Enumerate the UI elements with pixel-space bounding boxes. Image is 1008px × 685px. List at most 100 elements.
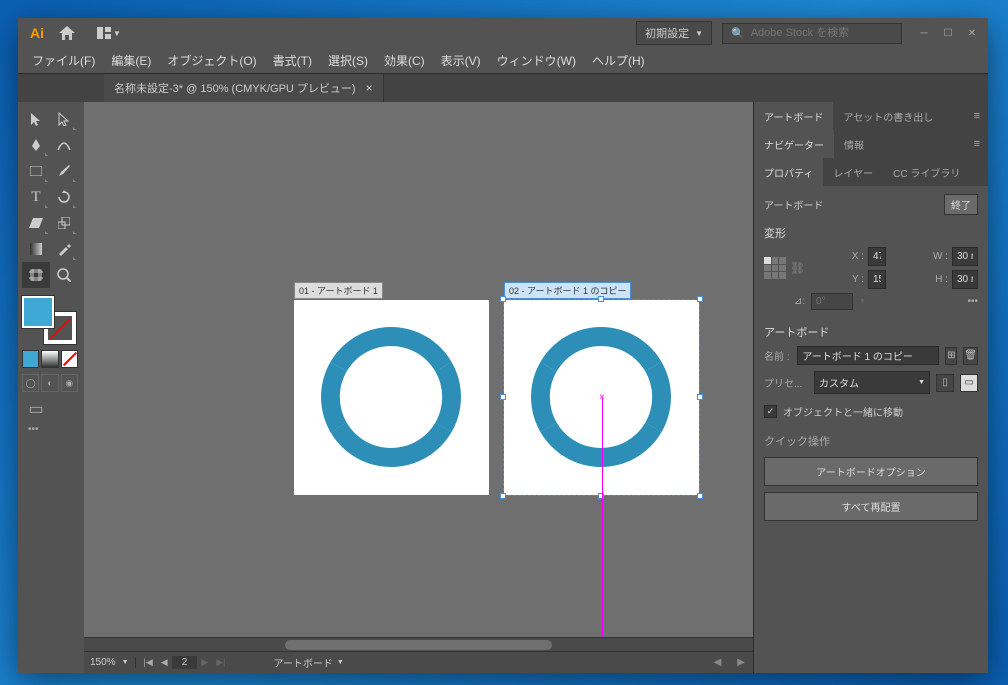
- next-artboard-button[interactable]: ▶: [197, 657, 212, 668]
- draw-behind[interactable]: ◐: [41, 374, 58, 392]
- document-tab[interactable]: 名称未設定-3* @ 150% (CMYK/GPU プレビュー) ×: [104, 74, 384, 102]
- orientation-landscape-button[interactable]: ▭: [960, 374, 978, 392]
- zoom-tool[interactable]: [50, 262, 78, 288]
- selection-handle[interactable]: [598, 493, 604, 499]
- artboard-1[interactable]: 01 - アートボード 1: [294, 300, 489, 495]
- stock-search-input[interactable]: [751, 27, 893, 39]
- move-with-obj-row[interactable]: ✓ オブジェクトと一緒に移動: [764, 404, 978, 419]
- tab-properties[interactable]: プロパティ: [754, 158, 823, 186]
- tab-cc-libraries[interactable]: CC ライブラリ: [883, 158, 970, 186]
- h-input[interactable]: [952, 270, 978, 289]
- menu-window[interactable]: ウィンドウ(W): [489, 48, 584, 73]
- orientation-portrait-button[interactable]: ▯: [936, 374, 954, 392]
- tab-navigator[interactable]: ナビゲーター: [754, 130, 834, 158]
- first-artboard-button[interactable]: |◀: [140, 657, 157, 668]
- more-options-icon[interactable]: •••: [967, 296, 978, 307]
- fill-stroke-swatches[interactable]: [22, 296, 78, 346]
- eraser-tool[interactable]: [22, 210, 50, 236]
- workspace-selector[interactable]: 初期設定 ▼: [636, 21, 712, 45]
- stock-search[interactable]: 🔍: [722, 23, 902, 44]
- screen-mode[interactable]: ▭: [22, 398, 50, 420]
- selection-handle[interactable]: [697, 296, 703, 302]
- link-wh-icon[interactable]: ⛓: [790, 261, 802, 275]
- panels-dock: アートボード アセットの書き出し ≡ ナビゲーター 情報 ≡ プロパティ レイヤ…: [753, 102, 988, 673]
- rearrange-all-button[interactable]: すべて再配置: [764, 492, 978, 521]
- draw-inside[interactable]: ◉: [61, 374, 78, 392]
- rectangle-tool[interactable]: [22, 158, 50, 184]
- tab-info[interactable]: 情報: [834, 130, 874, 158]
- reference-point-selector[interactable]: [764, 257, 786, 279]
- tab-layers[interactable]: レイヤー: [823, 158, 883, 186]
- type-tool[interactable]: T: [22, 184, 50, 210]
- selection-tool[interactable]: [22, 106, 50, 132]
- scrollbar-thumb[interactable]: [285, 640, 553, 650]
- paintbrush-tool[interactable]: [50, 158, 78, 184]
- rotate-tool[interactable]: [50, 184, 78, 210]
- minimize-button[interactable]: ─: [913, 24, 935, 42]
- selection-handle[interactable]: [697, 394, 703, 400]
- menu-type[interactable]: 書式(T): [265, 48, 320, 73]
- selection-handle[interactable]: [500, 493, 506, 499]
- canvas-area: 01 - アートボード 1 02 - アートボード 1 のコピー: [84, 102, 753, 673]
- close-button[interactable]: ✕: [961, 24, 983, 42]
- menu-object[interactable]: オブジェクト(O): [159, 48, 264, 73]
- preset-select[interactable]: カスタム ▼: [814, 371, 930, 394]
- scroll-left-icon[interactable]: ◀: [706, 657, 730, 668]
- delete-artboard-button[interactable]: 🗑: [963, 347, 978, 365]
- h-label: H :: [890, 274, 948, 285]
- last-artboard-button[interactable]: ▶|: [212, 657, 229, 668]
- canvas[interactable]: 01 - アートボード 1 02 - アートボード 1 のコピー: [84, 102, 753, 637]
- tab-artboards[interactable]: アートボード: [754, 102, 833, 130]
- layout-arrange-button[interactable]: ▼: [94, 18, 124, 48]
- draw-normal[interactable]: ◯: [22, 374, 39, 392]
- done-button[interactable]: 終了: [944, 194, 978, 215]
- selection-handle[interactable]: [500, 296, 506, 302]
- preset-label: プリセ...: [764, 375, 808, 390]
- y-input[interactable]: [868, 270, 886, 289]
- move-with-obj-checkbox[interactable]: ✓: [764, 405, 777, 418]
- eyedropper-tool[interactable]: [50, 236, 78, 262]
- color-mode[interactable]: [22, 350, 39, 368]
- tab-asset-export[interactable]: アセットの書き出し: [833, 102, 943, 130]
- fill-swatch[interactable]: [22, 296, 54, 328]
- menu-file[interactable]: ファイル(F): [24, 48, 103, 73]
- angle-input[interactable]: [811, 293, 853, 310]
- horizontal-scrollbar[interactable]: [84, 637, 753, 651]
- x-input[interactable]: [868, 247, 886, 266]
- artboard-number[interactable]: 2: [172, 656, 198, 669]
- curvature-tool[interactable]: [50, 132, 78, 158]
- home-button[interactable]: [52, 18, 82, 48]
- gradient-tool[interactable]: [22, 236, 50, 262]
- scroll-right-icon[interactable]: ▶: [729, 657, 753, 668]
- selection-handle[interactable]: [598, 296, 604, 302]
- artboard-tool[interactable]: [22, 262, 50, 288]
- menu-view[interactable]: 表示(V): [433, 48, 489, 73]
- menu-edit[interactable]: 編集(E): [103, 48, 159, 73]
- artboard-name-input[interactable]: [797, 346, 939, 365]
- angle-label: ⊿:: [794, 296, 805, 307]
- workspace-label: 初期設定: [645, 25, 689, 41]
- selection-handle[interactable]: [697, 493, 703, 499]
- artboard-options-button[interactable]: アートボードオプション: [764, 457, 978, 486]
- menu-select[interactable]: 選択(S): [320, 48, 376, 73]
- menu-help[interactable]: ヘルプ(H): [584, 48, 653, 73]
- selection-handle[interactable]: [500, 394, 506, 400]
- draw-modes: ◯ ◐ ◉: [22, 374, 80, 392]
- direct-selection-tool[interactable]: [50, 106, 78, 132]
- main-area: T ◯ ◐ ◉ ▭ ••• 01 -: [18, 102, 988, 673]
- gradient-mode[interactable]: [41, 350, 58, 368]
- w-input[interactable]: [952, 247, 978, 266]
- close-tab-button[interactable]: ×: [366, 81, 373, 95]
- x-label: X :: [806, 251, 864, 262]
- panel-menu-icon[interactable]: ≡: [966, 102, 988, 130]
- edit-toolbar-button[interactable]: •••: [22, 424, 80, 435]
- panel-menu-icon[interactable]: ≡: [966, 130, 988, 158]
- none-mode[interactable]: [61, 350, 78, 368]
- menu-effect[interactable]: 効果(C): [376, 48, 433, 73]
- pen-tool[interactable]: [22, 132, 50, 158]
- new-artboard-button[interactable]: ⊞: [945, 347, 957, 365]
- scale-tool[interactable]: [50, 210, 78, 236]
- prev-artboard-button[interactable]: ◀: [157, 657, 172, 668]
- zoom-level[interactable]: 150%▼: [84, 657, 136, 668]
- maximize-button[interactable]: ☐: [937, 24, 959, 42]
